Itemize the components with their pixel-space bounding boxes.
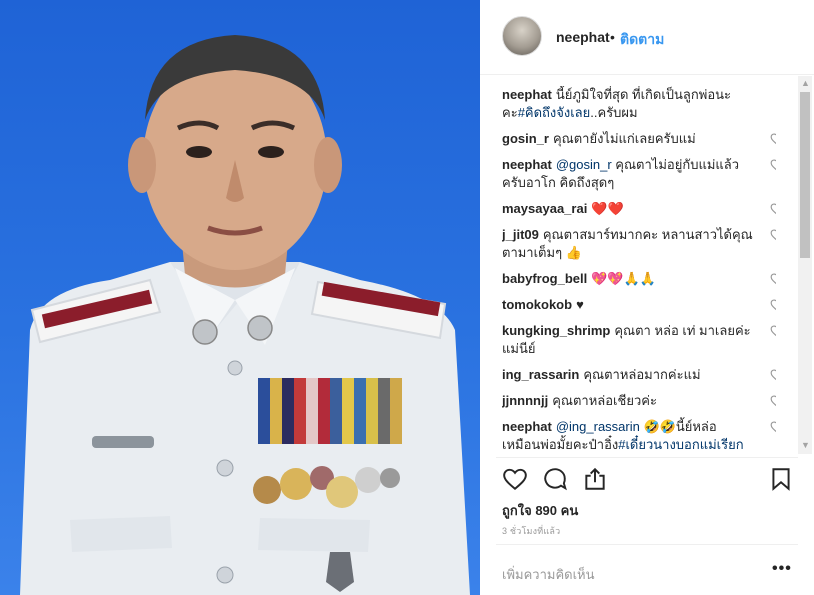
like-heart-icon[interactable] xyxy=(502,466,528,492)
comment-like-heart-icon[interactable] xyxy=(770,158,776,172)
comment-item: neephat @gosin_r คุณตาไม่อยู่กับแม่แล้วคร… xyxy=(502,156,776,192)
comment-like-heart-icon[interactable] xyxy=(770,420,776,434)
comment-text-tail: ..ครับผม xyxy=(590,105,638,120)
comment-username[interactable]: tomokokob xyxy=(502,297,572,312)
comment-username[interactable]: neephat xyxy=(502,87,552,102)
comment-item: babyfrog_bell 💖💖🙏🙏 xyxy=(502,270,776,288)
comment-username[interactable]: maysayaa_rai xyxy=(502,201,587,216)
comment-bubble-icon[interactable] xyxy=(542,466,568,492)
post-timestamp[interactable]: 3 ชั่วโมงที่แล้ว xyxy=(502,524,560,538)
comment-username[interactable]: neephat xyxy=(502,419,552,434)
comment-username[interactable]: babyfrog_bell xyxy=(502,271,587,286)
comment-text: คุณตายังไม่แก่เลยครับแม่ xyxy=(552,131,696,146)
comment-username[interactable]: j_jit09 xyxy=(502,227,539,242)
header-username[interactable]: neephat xyxy=(556,29,610,45)
comment-username[interactable]: jjnnnnjj xyxy=(502,393,548,408)
avatar[interactable] xyxy=(502,16,542,56)
divider xyxy=(496,457,798,458)
comment-text: คุณตาหล่อเชียวค่ะ xyxy=(552,393,657,408)
bookmark-icon[interactable] xyxy=(768,466,794,492)
comment-item: j_jit09 คุณตาสมาร์ทมากคะ หลานสาวได้คุณตาม… xyxy=(502,226,776,262)
action-bar xyxy=(480,460,814,500)
scroll-up-icon[interactable]: ▲ xyxy=(801,78,810,88)
divider xyxy=(496,544,798,545)
add-comment-input[interactable]: เพิ่มความคิดเห็น xyxy=(502,564,595,585)
post-sidebar: neephat • ติดตาม neephat นี้ย์ภูมิใจที่สุ… xyxy=(480,0,814,595)
comments-list: neephat นี้ย์ภูมิใจที่สุด ที่เกิดเป็นลูกพ… xyxy=(502,86,776,454)
scroll-down-icon[interactable]: ▼ xyxy=(801,440,810,450)
comment-like-heart-icon[interactable] xyxy=(770,394,776,408)
comment-like-heart-icon[interactable] xyxy=(770,324,776,338)
share-icon[interactable] xyxy=(582,466,608,492)
comment-text: ♥ xyxy=(576,297,584,312)
comment-item: kungking_shrimp คุณตา หล่อ เท่ มาเลยค่ะแม… xyxy=(502,322,776,358)
comment-text: คุณตาสมาร์ทมากคะ หลานสาวได้คุณตามาเต็มๆ … xyxy=(502,227,753,260)
more-options-button[interactable]: ••• xyxy=(772,560,792,578)
portrait-illustration xyxy=(20,35,470,595)
comment-like-heart-icon[interactable] xyxy=(770,202,776,216)
comment-username[interactable]: gosin_r xyxy=(502,131,549,146)
comment-item: neephat นี้ย์ภูมิใจที่สุด ที่เกิดเป็นลูกพ… xyxy=(502,86,776,122)
comment-like-heart-icon[interactable] xyxy=(770,272,776,286)
comment-like-heart-icon[interactable] xyxy=(770,298,776,312)
comment-like-heart-icon[interactable] xyxy=(770,132,776,146)
post-photo[interactable] xyxy=(0,0,480,595)
comment-text: 💖💖🙏🙏 xyxy=(591,271,656,286)
comment-text: ❤️❤️ xyxy=(591,201,624,216)
header-separator: • xyxy=(610,29,615,45)
likes-count[interactable]: ถูกใจ 890 คน xyxy=(502,500,578,521)
comment-username[interactable]: ing_rassarin xyxy=(502,367,579,382)
comment-item: maysayaa_rai ❤️❤️ xyxy=(502,200,776,218)
scrollbar-thumb[interactable] xyxy=(800,92,810,258)
comment-item: neephat @ing_rassarin 🤣🤣นี้ย์หล่อเหมือนพ่… xyxy=(502,418,776,454)
comment-mention[interactable]: @gosin_r xyxy=(556,157,615,172)
comment-like-heart-icon[interactable] xyxy=(770,368,776,382)
post-header: neephat • ติดตาม xyxy=(480,0,814,75)
comment-username[interactable]: neephat xyxy=(502,157,552,172)
comment-item: ing_rassarin คุณตาหล่อมากค่ะแม่ xyxy=(502,366,776,384)
follow-button[interactable]: ติดตาม xyxy=(620,29,664,51)
comment-hashtag[interactable]: #คิดถึงจังเลย xyxy=(518,105,591,120)
comment-like-heart-icon[interactable] xyxy=(770,228,776,242)
comment-item: gosin_r คุณตายังไม่แก่เลยครับแม่ xyxy=(502,130,776,148)
comment-text: คุณตาหล่อมากค่ะแม่ xyxy=(583,367,701,382)
comment-item: jjnnnnjj คุณตาหล่อเชียวค่ะ xyxy=(502,392,776,410)
comment-item: tomokokob ♥ xyxy=(502,296,776,314)
comment-username[interactable]: kungking_shrimp xyxy=(502,323,610,338)
comment-mention[interactable]: @ing_rassarin xyxy=(556,419,644,434)
